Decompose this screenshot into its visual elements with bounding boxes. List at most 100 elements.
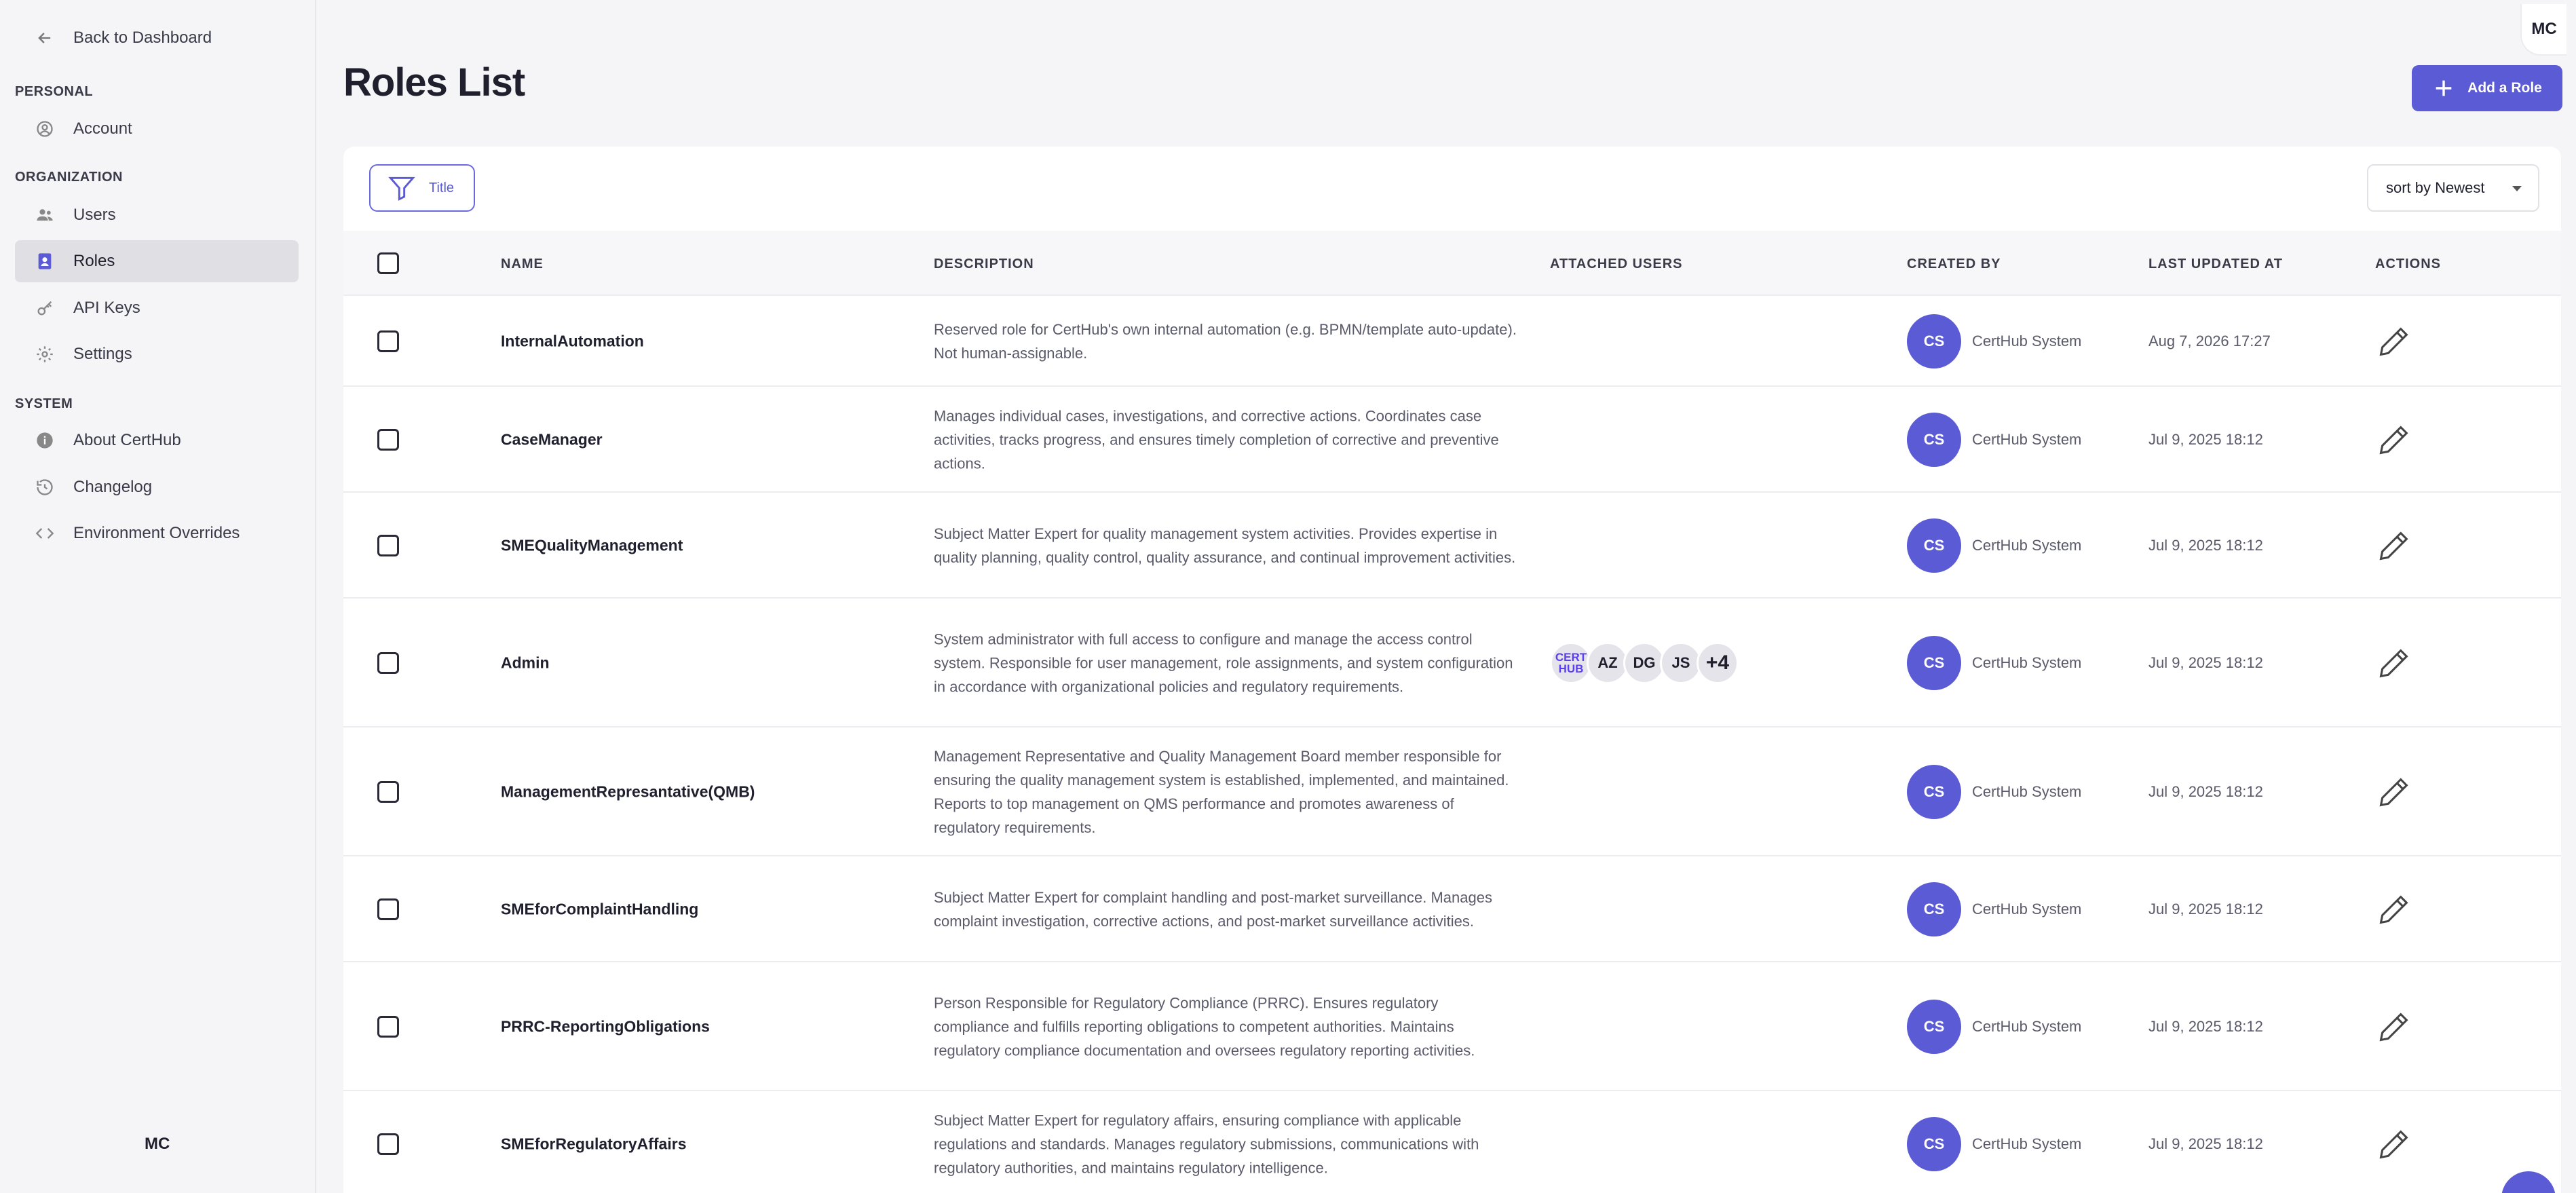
row-checkbox[interactable]	[377, 1133, 399, 1155]
back-to-dashboard-label: Back to Dashboard	[73, 29, 212, 47]
role-name[interactable]: PRRC-ReportingObligations	[501, 1018, 710, 1036]
role-description: Management Representative and Quality Ma…	[934, 748, 1509, 836]
last-updated: Jul 9, 2025 18:12	[2148, 654, 2263, 671]
table-row[interactable]: SMEforComplaintHandling Subject Matter E…	[343, 856, 2561, 962]
sidebar-item-label: API Keys	[73, 299, 140, 317]
select-all-checkbox[interactable]	[377, 252, 399, 274]
pencil-icon[interactable]	[2376, 528, 2412, 563]
table-row[interactable]: SMEQualityManagement Subject Matter Expe…	[343, 493, 2561, 599]
role-name[interactable]: SMEforRegulatoryAffairs	[501, 1135, 686, 1154]
role-description: Person Responsible for Regulatory Compli…	[934, 994, 1475, 1059]
row-checkbox[interactable]	[377, 535, 399, 556]
filter-button[interactable]: Title	[369, 164, 475, 212]
column-header-name[interactable]: NAME	[501, 257, 544, 272]
more-users-badge[interactable]: +4	[1697, 642, 1739, 684]
pencil-icon[interactable]	[2376, 1009, 2412, 1044]
sidebar-item-label: Environment Overrides	[73, 524, 240, 542]
table-header: NAME DESCRIPTION ATTACHED USERS CREATED …	[343, 231, 2561, 296]
table-row[interactable]: PRRC-ReportingObligations Person Respons…	[343, 962, 2561, 1091]
role-name[interactable]: InternalAutomation	[501, 333, 644, 351]
user-avatar: AZ	[1587, 642, 1629, 684]
table-row[interactable]: Admin System administrator with full acc…	[343, 599, 2561, 727]
attached-users-stack[interactable]: CERT HUB AZ DG JS +4	[1550, 642, 1739, 684]
row-checkbox[interactable]	[377, 330, 399, 352]
creator-name: CertHub System	[1972, 333, 2082, 349]
sidebar: Back to Dashboard PERSONAL Account ORGAN…	[0, 0, 316, 1193]
role-name[interactable]: Admin	[501, 654, 550, 673]
sidebar-item-label: Account	[73, 119, 132, 138]
sidebar-user-initials[interactable]: MC	[145, 1135, 170, 1154]
row-checkbox[interactable]	[377, 781, 399, 803]
user-avatar: JS	[1660, 642, 1702, 684]
column-header-description: DESCRIPTION	[934, 257, 1034, 271]
sidebar-item-users[interactable]: Users	[15, 194, 299, 236]
creator-name: CertHub System	[1972, 1018, 2082, 1035]
users-icon	[37, 209, 53, 221]
section-label-personal: PERSONAL	[15, 84, 94, 99]
row-checkbox[interactable]	[377, 429, 399, 451]
user-avatar: DG	[1623, 642, 1665, 684]
role-name[interactable]: CaseManager	[501, 431, 603, 449]
column-header-last-updated[interactable]: LAST UPDATED AT	[2148, 257, 2283, 272]
code-icon	[35, 528, 54, 539]
creator-avatar: CS	[1907, 1000, 1961, 1054]
pencil-icon[interactable]	[2376, 324, 2412, 359]
sidebar-item-environment-overrides[interactable]: Environment Overrides	[15, 512, 299, 554]
sort-dropdown[interactable]: sort by Newest	[2367, 164, 2539, 212]
history-icon	[37, 479, 53, 495]
pencil-icon[interactable]	[2376, 892, 2412, 927]
row-checkbox[interactable]	[377, 652, 399, 674]
sidebar-item-about[interactable]: About CertHub	[15, 419, 299, 461]
user-avatar-logo: CERT HUB	[1550, 642, 1592, 684]
section-label-organization: ORGANIZATION	[15, 170, 123, 185]
last-updated: Aug 7, 2026 17:27	[2148, 333, 2271, 349]
sidebar-item-changelog[interactable]: Changelog	[15, 466, 299, 508]
role-name[interactable]: SMEQualityManagement	[501, 537, 683, 555]
chevron-down-icon	[2512, 186, 2522, 191]
creator-name: CertHub System	[1972, 1135, 2082, 1152]
pencil-icon[interactable]	[2376, 774, 2412, 810]
section-label-system: SYSTEM	[15, 396, 73, 411]
creator-name: CertHub System	[1972, 537, 2082, 554]
creator-name: CertHub System	[1972, 431, 2082, 448]
pencil-icon[interactable]	[2376, 645, 2412, 681]
table-row[interactable]: SMEforRegulatoryAffairs Subject Matter E…	[343, 1091, 2561, 1193]
sidebar-item-roles[interactable]: Roles	[15, 240, 299, 282]
table-row[interactable]: InternalAutomation Reserved role for Cer…	[343, 296, 2561, 387]
pencil-icon[interactable]	[2376, 422, 2412, 457]
role-description: Subject Matter Expert for complaint hand…	[934, 889, 1492, 930]
creator-name: CertHub System	[1972, 783, 2082, 800]
sidebar-item-label: About CertHub	[73, 431, 181, 449]
role-name[interactable]: ManagementRepresantative(QMB)	[501, 783, 755, 801]
user-avatar[interactable]: MC	[2520, 4, 2566, 56]
role-description: System administrator with full access to…	[934, 630, 1513, 696]
row-checkbox[interactable]	[377, 898, 399, 920]
last-updated: Jul 9, 2025 18:12	[2148, 783, 2263, 800]
sidebar-item-api-keys[interactable]: API Keys	[15, 287, 299, 329]
gear-icon	[37, 346, 53, 362]
sidebar-item-label: Roles	[73, 252, 115, 270]
sidebar-item-settings[interactable]: Settings	[15, 333, 299, 375]
table-row[interactable]: CaseManager Manages individual cases, in…	[343, 387, 2561, 493]
sort-value: sort by Newest	[2386, 179, 2485, 196]
last-updated: Jul 9, 2025 18:12	[2148, 431, 2263, 448]
table-row[interactable]: ManagementRepresantative(QMB) Management…	[343, 727, 2561, 856]
add-role-button[interactable]: Add a Role	[2412, 65, 2562, 111]
column-header-attached-users: ATTACHED USERS	[1550, 257, 1683, 271]
role-description: Manages individual cases, investigations…	[934, 407, 1499, 472]
creator-avatar: CS	[1907, 314, 1961, 368]
pencil-icon[interactable]	[2376, 1126, 2412, 1162]
id-badge-icon	[38, 253, 52, 269]
creator-avatar: CS	[1907, 882, 1961, 936]
plus-icon	[2436, 80, 2452, 96]
sidebar-item-label: Users	[73, 206, 116, 224]
sidebar-item-account[interactable]: Account	[15, 108, 299, 150]
role-description: Subject Matter Expert for quality manage…	[934, 525, 1516, 566]
filter-icon	[388, 176, 415, 201]
row-checkbox[interactable]	[377, 1016, 399, 1038]
back-to-dashboard-link[interactable]: Back to Dashboard	[35, 29, 212, 48]
arrow-left-icon	[38, 33, 51, 43]
role-name[interactable]: SMEforComplaintHandling	[501, 901, 698, 919]
role-description: Reserved role for CertHub's own internal…	[934, 321, 1517, 362]
column-header-created-by: CREATED BY	[1907, 257, 2001, 271]
